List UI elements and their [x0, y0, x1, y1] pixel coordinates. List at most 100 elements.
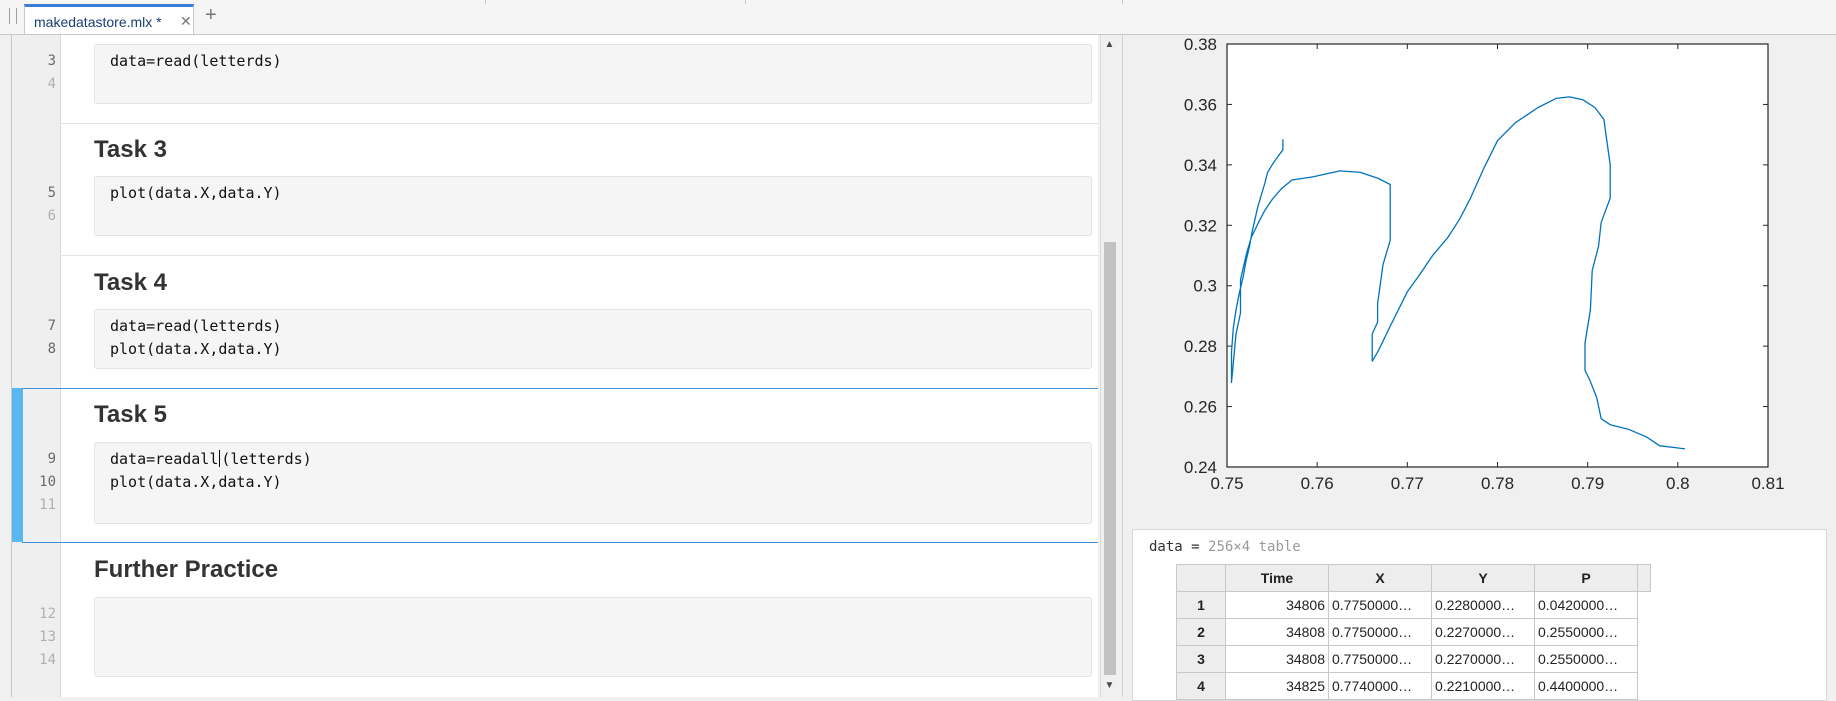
code-line[interactable]: plot(data.X,data.Y) — [110, 338, 282, 361]
divider — [745, 0, 746, 4]
table-output[interactable]: data = 256×4 table Time X Y P 1 34806 0.… — [1132, 529, 1827, 701]
close-icon[interactable]: ✕ — [180, 13, 192, 30]
row-index: 4 — [1176, 672, 1226, 700]
table-cell[interactable]: 0.2210000… — [1431, 672, 1535, 700]
line-number: 5 — [47, 185, 56, 201]
y-tick-label: 0.34 — [1184, 156, 1217, 175]
document-tab-bar: makedatastore.mlx * ✕ + — [0, 0, 1836, 35]
x-tick-label: 0.8 — [1666, 474, 1690, 493]
section-title[interactable]: Task 5 — [94, 401, 167, 429]
table-row[interactable]: 3 34808 0.7750000… 0.2270000… 0.2550000… — [1176, 645, 1651, 673]
line-number: 13 — [39, 629, 56, 645]
y-tick-label: 0.32 — [1184, 216, 1217, 235]
table-cell[interactable]: 0.2280000… — [1431, 591, 1535, 619]
y-tick-label: 0.36 — [1184, 95, 1217, 114]
table-row[interactable]: 2 34808 0.7750000… 0.2270000… 0.2550000… — [1176, 618, 1651, 646]
table-cell[interactable]: 34808 — [1225, 645, 1329, 673]
cell-spacer — [1638, 592, 1651, 619]
editor-scrollbar[interactable]: ▲ ▼ — [1100, 35, 1118, 697]
y-tick-label: 0.3 — [1193, 277, 1217, 296]
cell-spacer — [1638, 673, 1651, 700]
line-number-gutter — [12, 35, 61, 697]
code-block[interactable] — [94, 597, 1092, 677]
active-section-border — [22, 388, 1098, 389]
line-number: 12 — [39, 606, 56, 622]
plot-axes-box — [1226, 43, 1769, 468]
scrollbar-thumb[interactable] — [1104, 242, 1116, 675]
code-line[interactable]: data=read(letterds) — [110, 50, 282, 73]
scroll-up-arrow-icon[interactable]: ▲ — [1101, 39, 1118, 50]
table-cell[interactable]: 0.2550000… — [1534, 618, 1638, 646]
equals-sign: = — [1182, 539, 1209, 555]
y-tick-label: 0.38 — [1184, 35, 1217, 54]
tab-makedatastore[interactable]: makedatastore.mlx * ✕ — [24, 4, 194, 34]
table-cell[interactable]: 0.2270000… — [1431, 618, 1535, 646]
line-number: 8 — [47, 341, 56, 357]
x-tick-label: 0.78 — [1481, 474, 1514, 493]
live-editor[interactable]: 3 4 data=read(letterds) Task 3 5 6 plot(… — [11, 35, 1098, 697]
column-header[interactable]: Time — [1225, 564, 1329, 592]
line-number: 11 — [39, 497, 56, 513]
divider — [485, 0, 486, 4]
table-cell[interactable]: 0.7740000… — [1328, 672, 1432, 700]
output-pane: 0.75 0.76 0.77 0.78 0.79 0.8 0.81 0.24 0.26 0.28 0… — [1122, 35, 1836, 701]
line-plot[interactable]: 0.75 0.76 0.77 0.78 0.79 0.8 0.810.240.260.280… — [1122, 35, 1836, 515]
column-header[interactable]: X — [1328, 564, 1432, 592]
y-tick-label: 0.28 — [1184, 337, 1217, 356]
section-title[interactable]: Task 4 — [94, 269, 167, 297]
grip-icon[interactable] — [9, 8, 17, 24]
code-text: (letterds) — [221, 450, 312, 468]
line-number: 3 — [47, 53, 56, 69]
cell-spacer — [1638, 646, 1651, 673]
table-cell[interactable]: 34825 — [1225, 672, 1329, 700]
tab-label: makedatastore.mlx * — [34, 14, 162, 30]
line-number: 9 — [47, 451, 56, 467]
table-row[interactable]: 4 34825 0.7740000… 0.2210000… 0.4400000… — [1176, 672, 1651, 700]
row-index: 3 — [1176, 645, 1226, 673]
line-number: 6 — [47, 208, 56, 224]
x-tick-label: 0.77 — [1391, 474, 1424, 493]
table-cell[interactable]: 0.7750000… — [1328, 645, 1432, 673]
table-cell[interactable]: 0.2550000… — [1534, 645, 1638, 673]
table-cell[interactable]: 0.0420000… — [1534, 591, 1638, 619]
line-number: 14 — [39, 652, 56, 668]
y-tick-label: 0.24 — [1184, 458, 1217, 477]
line-number: 7 — [47, 318, 56, 334]
data-table[interactable]: Time X Y P 1 34806 0.7750000… 0.2280000…… — [1176, 564, 1651, 700]
table-size: 256×4 table — [1208, 539, 1301, 555]
y-tick-label: 0.26 — [1184, 398, 1217, 417]
divider — [1122, 0, 1123, 4]
code-text: data=readall — [110, 450, 219, 468]
section-title[interactable]: Task 3 — [94, 136, 167, 164]
column-header[interactable]: P — [1534, 564, 1638, 592]
x-tick-label: 0.79 — [1571, 474, 1604, 493]
table-cell[interactable]: 34806 — [1225, 591, 1329, 619]
scroll-down-arrow-icon[interactable]: ▼ — [1101, 680, 1118, 691]
section-separator — [60, 123, 1098, 124]
row-index: 2 — [1176, 618, 1226, 646]
cell-spacer — [1638, 619, 1651, 646]
active-section-border — [22, 542, 1098, 543]
code-line[interactable]: plot(data.X,data.Y) — [110, 471, 282, 494]
header-spacer — [1637, 564, 1651, 592]
table-cell[interactable]: 0.7750000… — [1328, 618, 1432, 646]
column-header[interactable]: Y — [1431, 564, 1535, 592]
table-cell[interactable]: 0.2270000… — [1431, 645, 1535, 673]
line-number: 4 — [47, 76, 56, 92]
variable-name: data — [1149, 539, 1183, 555]
code-line[interactable]: plot(data.X,data.Y) — [110, 182, 282, 205]
table-cell[interactable]: 34808 — [1225, 618, 1329, 646]
table-cell[interactable]: 0.7750000… — [1328, 591, 1432, 619]
code-line[interactable]: data=readall (letterds) — [110, 448, 312, 471]
plus-icon[interactable]: + — [205, 4, 217, 27]
x-tick-label: 0.81 — [1751, 474, 1784, 493]
row-index-header — [1176, 564, 1226, 592]
code-line[interactable]: data=read(letterds) — [110, 315, 282, 338]
section-title[interactable]: Further Practice — [94, 556, 278, 584]
row-index: 1 — [1176, 591, 1226, 619]
table-caption: data = 256×4 table — [1149, 539, 1301, 555]
section-separator — [60, 255, 1098, 256]
line-number: 10 — [39, 474, 56, 490]
table-cell[interactable]: 0.4400000… — [1534, 672, 1638, 700]
table-row[interactable]: 1 34806 0.7750000… 0.2280000… 0.0420000… — [1176, 591, 1651, 619]
